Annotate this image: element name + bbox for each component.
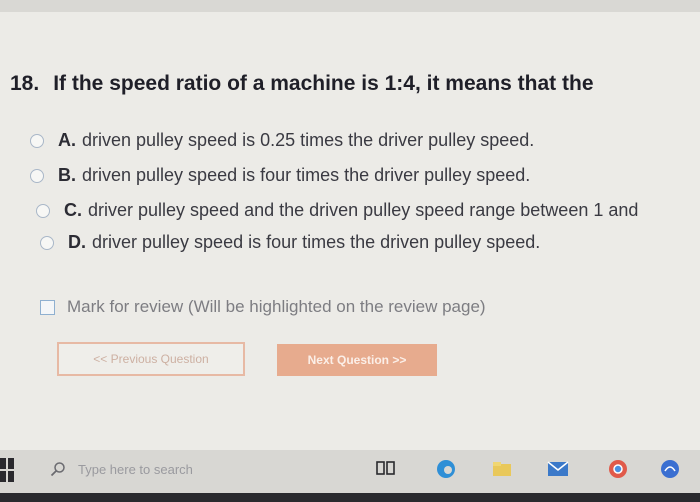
option-a-radio[interactable] — [30, 133, 44, 148]
chrome-icon[interactable] — [604, 455, 632, 483]
option-d-label: driver pulley speed is four times the dr… — [92, 232, 541, 252]
mail-icon[interactable] — [544, 455, 572, 483]
option-d-radio[interactable] — [40, 235, 54, 250]
question-number: 18. — [10, 72, 40, 95]
option-b-radio[interactable] — [30, 168, 44, 183]
next-question-button[interactable]: Next Question >> — [277, 344, 437, 376]
option-c[interactable]: C. driver pulley speed and the driven pu… — [36, 200, 638, 221]
option-c-letter: C. — [64, 200, 82, 220]
review-label: Mark for review (Will be highlighted on … — [67, 297, 486, 316]
taskbar-search[interactable]: Type here to search — [50, 454, 240, 484]
search-placeholder: Type here to search — [78, 461, 193, 477]
option-a-letter: A. — [58, 130, 76, 150]
taskbar: Type here to search — [0, 450, 700, 502]
search-icon — [50, 462, 65, 477]
option-d-letter: D. — [68, 232, 86, 252]
task-view-icon[interactable] — [372, 455, 400, 483]
store-icon[interactable] — [656, 455, 684, 483]
review-checkbox[interactable] — [40, 299, 55, 315]
edge-icon[interactable] — [432, 455, 460, 483]
windows-start-icon[interactable] — [0, 458, 14, 482]
option-a-label: driven pulley speed is 0.25 times the dr… — [82, 130, 535, 150]
option-d[interactable]: D. driver pulley speed is four times the… — [40, 232, 540, 253]
option-a[interactable]: A. driven pulley speed is 0.25 times the… — [30, 130, 534, 151]
option-b[interactable]: B. driven pulley speed is four times the… — [30, 165, 530, 186]
quiz-content: 18. If the speed ratio of a machine is 1:… — [0, 12, 700, 450]
question-text: 18. If the speed ratio of a machine is 1:… — [10, 72, 594, 96]
option-c-label: driver pulley speed and the driven pulle… — [88, 200, 639, 220]
question-stem: If the speed ratio of a machine is 1:4, … — [53, 72, 594, 95]
browser-top-strip — [0, 0, 700, 12]
file-explorer-icon[interactable] — [488, 455, 516, 483]
option-c-radio[interactable] — [36, 203, 50, 218]
monitor-bezel — [0, 493, 700, 502]
option-b-label: driven pulley speed is four times the dr… — [82, 165, 531, 185]
previous-question-button[interactable]: << Previous Question — [57, 342, 245, 376]
mark-for-review[interactable]: Mark for review (Will be highlighted on … — [40, 297, 486, 317]
option-b-letter: B. — [58, 165, 76, 185]
